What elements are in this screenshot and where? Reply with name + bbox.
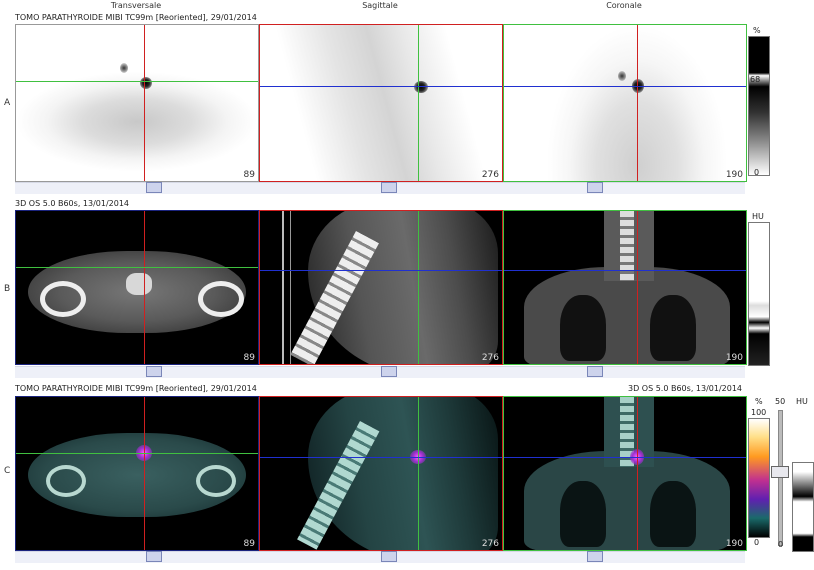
- uptake-hotspot: [414, 81, 428, 93]
- crosshair-vertical[interactable]: [418, 211, 419, 364]
- row-c-sagittal-scroll-handle[interactable]: [381, 551, 397, 562]
- lung-left: [560, 295, 606, 361]
- bone-structure: [196, 465, 236, 497]
- row-a-transverse-scroll-handle[interactable]: [146, 182, 162, 193]
- row-c-transverse-scroll-handle[interactable]: [146, 551, 162, 562]
- scale-c-bottom-value: 0: [754, 538, 760, 547]
- column-header-coronal: Coronale: [606, 1, 642, 10]
- blend-top-value: 50: [775, 397, 786, 406]
- row-c-scroll-strip: [15, 551, 745, 563]
- row-b-sagittal-scroll-handle[interactable]: [381, 366, 397, 377]
- scale-a-top-value: 68: [750, 75, 761, 84]
- lung-right: [650, 481, 696, 547]
- slice-number: 89: [243, 353, 255, 363]
- blend-slider-track[interactable]: [778, 410, 783, 546]
- scale-c-colorbar[interactable]: [748, 418, 770, 538]
- slice-number: 276: [481, 539, 499, 549]
- bone-structure: [198, 281, 244, 317]
- row-b-scroll-strip: [15, 366, 745, 378]
- crosshair-horizontal[interactable]: [260, 457, 502, 458]
- scale-c-hu-unit: HU: [796, 397, 808, 406]
- row-b-title: 3D OS 5.0 B60s, 13/01/2014: [15, 199, 130, 208]
- panel-a-sagittal[interactable]: 276: [259, 24, 503, 182]
- crosshair-vertical[interactable]: [637, 397, 638, 550]
- crosshair-horizontal[interactable]: [260, 270, 502, 271]
- panel-b-transverse[interactable]: 89: [15, 210, 259, 365]
- slice-number: 276: [481, 353, 499, 363]
- uptake-minor: [618, 71, 626, 81]
- uptake-hotspot: [140, 77, 152, 89]
- crosshair-vertical[interactable]: [637, 25, 638, 181]
- scale-a-unit: %: [753, 26, 761, 35]
- table-line: [290, 211, 291, 364]
- row-a-coronal-scroll-handle[interactable]: [587, 182, 603, 193]
- scale-a-bottom-value: 0: [754, 168, 760, 177]
- scale-b-colorbar[interactable]: [748, 222, 770, 366]
- crosshair-vertical[interactable]: [144, 25, 145, 181]
- lung-right: [650, 295, 696, 361]
- column-header-sagittal: Sagittale: [362, 1, 398, 10]
- table-line: [282, 211, 284, 364]
- panel-c-coronal[interactable]: 190: [503, 396, 747, 551]
- row-c-coronal-scroll-handle[interactable]: [587, 551, 603, 562]
- bone-structure: [46, 465, 86, 497]
- lung-left: [560, 481, 606, 547]
- row-c-title-right: 3D OS 5.0 B60s, 13/01/2014: [628, 384, 743, 393]
- panel-c-sagittal[interactable]: 276: [259, 396, 503, 551]
- scale-c-hu-colorbar[interactable]: [792, 462, 814, 552]
- vertebra: [126, 273, 152, 295]
- slice-number: 190: [725, 353, 743, 363]
- crosshair-vertical[interactable]: [418, 397, 419, 550]
- blend-bottom-value: 0: [778, 540, 784, 549]
- panel-a-transverse[interactable]: 89: [15, 24, 259, 182]
- row-a-sagittal-scroll-handle[interactable]: [381, 182, 397, 193]
- row-a-scroll-strip: [15, 182, 745, 194]
- panel-b-coronal[interactable]: 190: [503, 210, 747, 365]
- row-a-title: TOMO PARATHYROIDE MIBI TC99m [Reoriented…: [15, 13, 257, 22]
- scale-c-top-value: 100: [751, 408, 767, 417]
- crosshair-vertical[interactable]: [637, 211, 638, 364]
- scale-a-colorbar[interactable]: [748, 36, 770, 176]
- column-header-transverse: Transversale: [110, 1, 162, 10]
- row-c-label: C: [4, 466, 11, 476]
- crosshair-horizontal[interactable]: [504, 457, 746, 458]
- row-b-label: B: [4, 284, 11, 294]
- crosshair-horizontal[interactable]: [504, 270, 746, 271]
- slice-number: 190: [725, 170, 743, 180]
- panel-a-coronal[interactable]: 190: [503, 24, 747, 182]
- crosshair-horizontal[interactable]: [16, 267, 258, 268]
- slice-number: 190: [725, 539, 743, 549]
- scale-b-unit: HU: [752, 212, 764, 221]
- slice-number: 89: [243, 539, 255, 549]
- panel-b-sagittal[interactable]: 276: [259, 210, 503, 365]
- crosshair-horizontal[interactable]: [16, 453, 258, 454]
- crosshair-horizontal[interactable]: [260, 86, 502, 87]
- uptake-minor: [120, 63, 128, 73]
- crosshair-vertical[interactable]: [144, 211, 145, 364]
- bone-structure: [40, 281, 86, 317]
- crosshair-vertical[interactable]: [418, 25, 419, 181]
- blend-slider-handle[interactable]: [771, 466, 789, 478]
- panel-c-transverse[interactable]: 89: [15, 396, 259, 551]
- crosshair-horizontal[interactable]: [16, 81, 258, 82]
- row-b-coronal-scroll-handle[interactable]: [587, 366, 603, 377]
- row-b-transverse-scroll-handle[interactable]: [146, 366, 162, 377]
- body-outline: [524, 267, 730, 364]
- row-a-label: A: [4, 98, 11, 108]
- slice-number: 276: [481, 170, 499, 180]
- slice-number: 89: [243, 170, 255, 180]
- scale-c-unit: %: [755, 397, 763, 406]
- crosshair-horizontal[interactable]: [504, 86, 746, 87]
- row-c-title-left: TOMO PARATHYROIDE MIBI TC99m [Reoriented…: [15, 384, 257, 393]
- crosshair-vertical[interactable]: [144, 397, 145, 550]
